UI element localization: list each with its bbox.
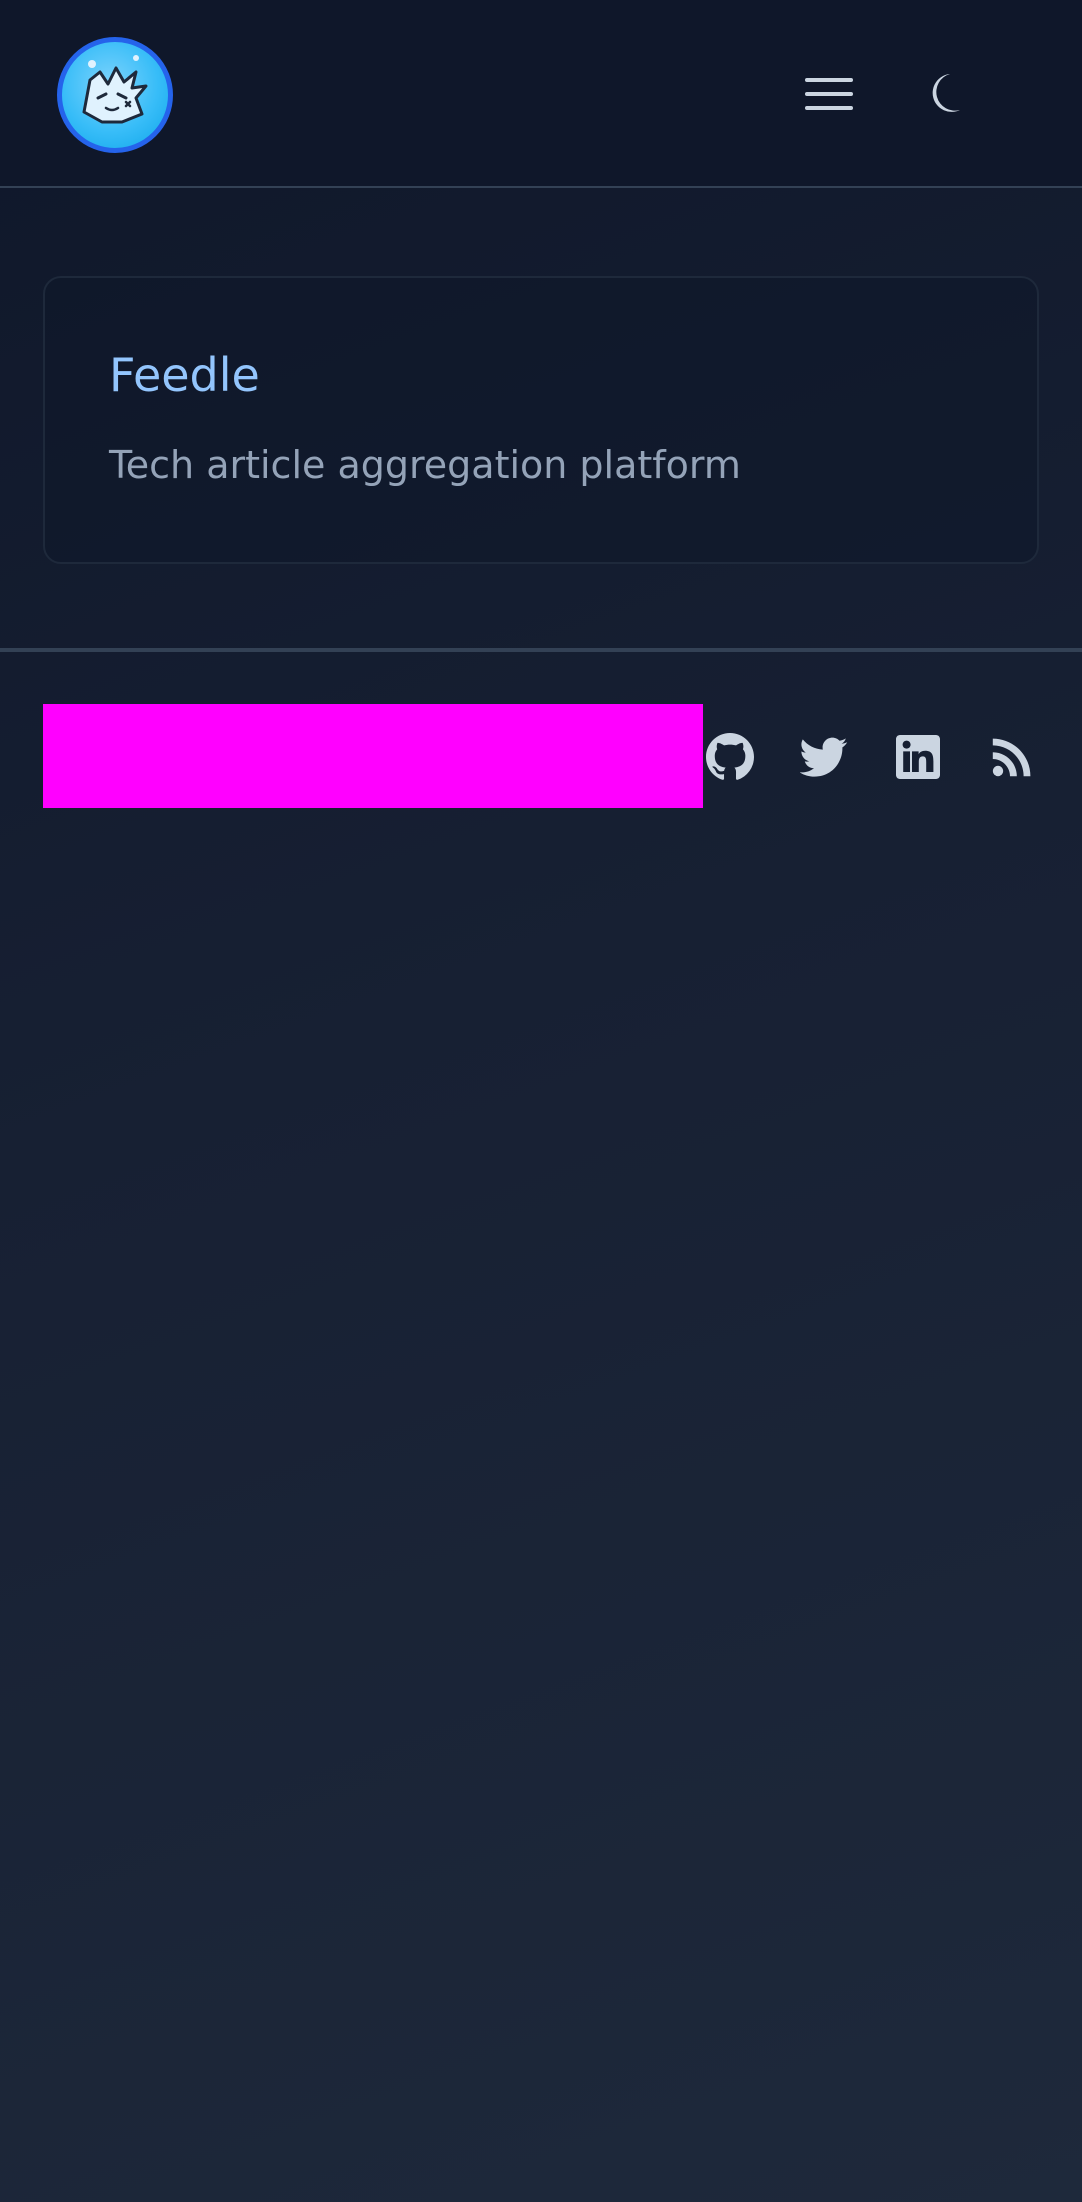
project-card[interactable]: Feedle Tech article aggregation platform <box>43 276 1039 564</box>
project-description: Tech article aggregation platform <box>109 443 741 487</box>
twitter-link[interactable] <box>800 733 848 781</box>
rss-icon <box>992 738 1031 777</box>
theme-toggle-button[interactable] <box>920 66 974 120</box>
avatar[interactable] <box>57 37 173 153</box>
twitter-icon <box>800 737 848 777</box>
hamburger-menu-icon <box>805 78 853 110</box>
project-title[interactable]: Feedle <box>109 348 260 402</box>
rss-link[interactable] <box>988 733 1036 781</box>
redacted-footer-text <box>43 704 703 808</box>
github-link[interactable] <box>706 733 754 781</box>
crescent-moon-icon <box>932 74 960 112</box>
footer-divider <box>0 648 1082 652</box>
menu-button[interactable] <box>800 72 858 116</box>
linkedin-link[interactable] <box>894 733 942 781</box>
github-icon <box>706 733 754 780</box>
linkedin-icon <box>896 735 940 779</box>
site-header <box>0 0 1082 188</box>
